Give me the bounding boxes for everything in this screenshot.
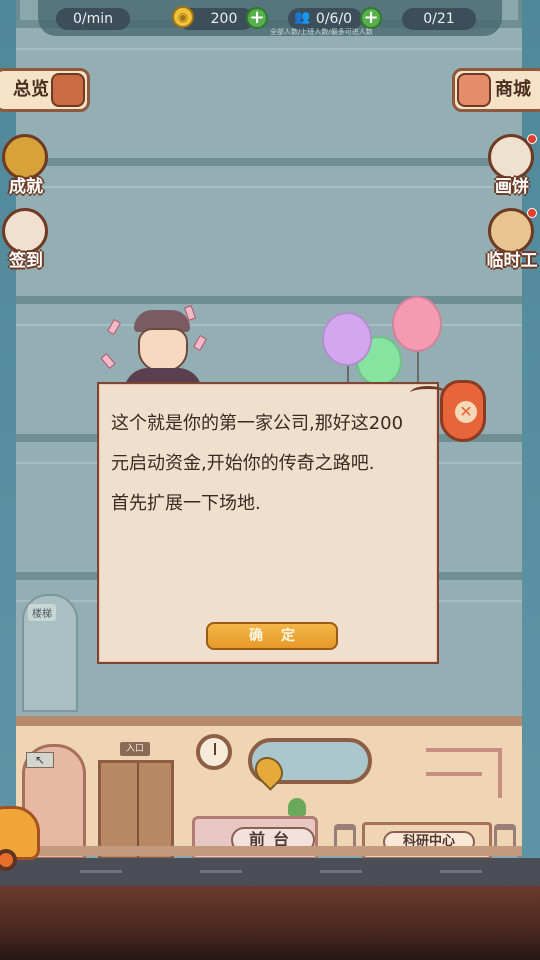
elevator-sign: 入口: [120, 742, 150, 756]
shop-icon: [457, 73, 491, 107]
dialog-line-3: 首先扩展一下场地.: [111, 493, 261, 514]
staff-caption: 全部人数/上班人数/最多可进人数: [270, 28, 373, 36]
floor-progress: 0/21: [402, 8, 476, 30]
shop-label: 商城: [495, 79, 531, 100]
potted-plant-icon: [288, 798, 306, 816]
ground-dirt: [0, 886, 540, 960]
dialog-line-1: 这个就是你的第一家公司,那好这200: [111, 413, 404, 434]
add-staff-plus-icon[interactable]: +: [360, 7, 382, 29]
signin-label[interactable]: 签到: [0, 246, 56, 271]
purple-balloon: [322, 312, 372, 366]
top-status-bar: 0/min 200 ◉ + 0/6/0 👥 + 全部人数/上班人数/最多可进人数…: [38, 0, 502, 36]
confirm-button[interactable]: 确定: [206, 622, 338, 650]
overview-label: 总览: [13, 79, 49, 100]
close-icon: ✕: [455, 401, 477, 423]
draw-notification-dot: [527, 134, 537, 144]
shop-button[interactable]: 商城: [452, 68, 540, 112]
income-rate: 0/min: [56, 8, 130, 30]
gold-coin-icon: ◉: [172, 6, 194, 28]
temp-worker-notification-dot: [527, 208, 537, 218]
boss-character: [120, 310, 206, 392]
floor-6[interactable]: [16, 158, 522, 296]
add-gold-plus-icon[interactable]: +: [246, 7, 268, 29]
achievement-label[interactable]: 成就: [0, 172, 56, 197]
road: [0, 858, 540, 886]
draw-label[interactable]: 画饼: [482, 172, 540, 197]
dialog-line-2: 元启动资金,开始你的传奇之路吧.: [111, 453, 375, 474]
floor-7[interactable]: [16, 20, 522, 158]
overview-button[interactable]: 总览: [0, 68, 90, 112]
dialog-message: 这个就是你的第一家公司,那好这200 元启动资金,开始你的传奇之路吧. 首先扩展…: [111, 404, 433, 524]
stair-sign: 楼梯: [28, 604, 56, 621]
staff-icon: 👥: [294, 10, 311, 25]
lobby-floor[interactable]: ↖ 入口 前台 科研中心: [16, 716, 522, 860]
elevator-door[interactable]: [98, 760, 174, 860]
wall-shelf-board: [426, 772, 482, 776]
temp-worker-label[interactable]: 临时工: [480, 246, 540, 271]
intro-dialog: 这个就是你的第一家公司,那好这200 元启动资金,开始你的传奇之路吧. 首先扩展…: [97, 382, 439, 664]
overview-icon: [51, 73, 85, 107]
exit-arrow-sign: ↖: [26, 752, 54, 768]
close-dialog-button[interactable]: ✕: [440, 380, 486, 442]
stairwell: 楼梯: [22, 594, 78, 712]
wall-clock-icon: [196, 734, 232, 770]
pink-balloon: [392, 296, 442, 352]
